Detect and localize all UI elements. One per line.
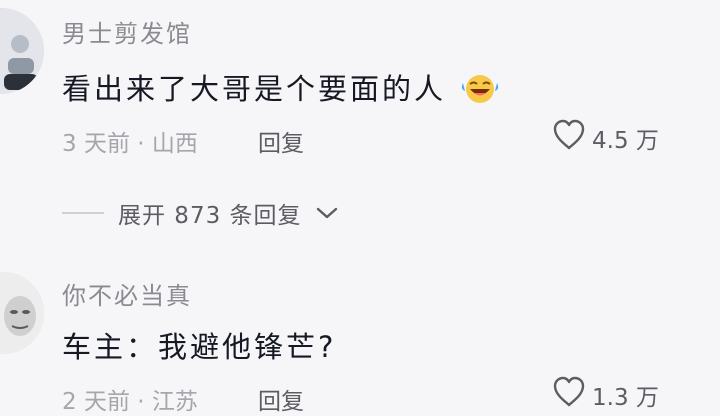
comment-meta: 2 天前 · 江苏 [62, 389, 198, 415]
comment-text-content: 看出来了大哥是个要面的人 [62, 72, 447, 106]
like-button[interactable]: 1.3 万 [552, 376, 659, 414]
comment-item: 男士剪发馆 看出来了大哥是个要面的人 3 天前 · 山西 回复 4.5 万 展开 [0, 0, 720, 250]
like-count: 1.3 万 [592, 385, 659, 411]
chevron-down-icon [316, 200, 338, 226]
avatar[interactable] [0, 8, 44, 94]
comment-text: 车主：我避他锋芒? [62, 330, 337, 364]
like-count: 4.5 万 [592, 128, 659, 154]
comment-username[interactable]: 你不必当真 [62, 276, 192, 311]
comment-meta: 3 天前 · 山西 [62, 131, 198, 157]
comment-username[interactable]: 男士剪发馆 [62, 14, 192, 49]
laughing-emoji-icon [460, 71, 500, 112]
comment-item: 你不必当真 车主：我避他锋芒? 2 天前 · 江苏 回复 1.3 万 [0, 262, 720, 415]
heart-icon [552, 376, 586, 414]
avatar[interactable] [0, 272, 44, 354]
divider [62, 212, 104, 214]
reply-button[interactable]: 回复 [258, 382, 304, 416]
heart-icon [552, 119, 586, 157]
comment-text: 看出来了大哥是个要面的人 [62, 66, 500, 112]
reply-button[interactable]: 回复 [258, 124, 304, 158]
expand-replies-button[interactable]: 展开 873 条回复 [62, 196, 338, 230]
like-button[interactable]: 4.5 万 [552, 119, 659, 157]
expand-replies-label: 展开 873 条回复 [118, 203, 302, 229]
